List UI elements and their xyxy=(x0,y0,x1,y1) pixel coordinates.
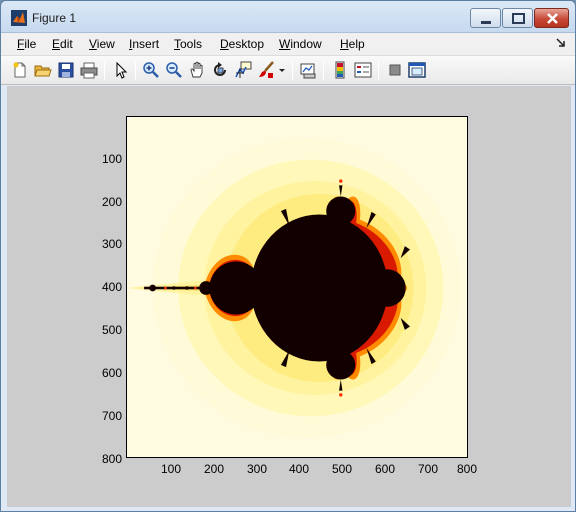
insert-legend-icon xyxy=(354,62,372,78)
edit-plot-button[interactable] xyxy=(112,61,130,79)
menu-tools-label: ools xyxy=(180,37,203,51)
print-figure-icon xyxy=(80,62,98,79)
xtick-label: 100 xyxy=(160,462,182,476)
save-figure-button[interactable] xyxy=(57,61,75,79)
figure-canvas: 100 200 300 400 500 600 700 800 100 200 … xyxy=(7,86,571,507)
xtick-label: 800 xyxy=(456,462,478,476)
ytick-label: 200 xyxy=(101,195,122,209)
zoom-out-icon xyxy=(166,62,182,78)
menu-edit-label: dit xyxy=(60,37,73,51)
ytick-label: 800 xyxy=(101,452,122,466)
insert-legend-button[interactable] xyxy=(354,61,372,79)
menu-bar: File Edit View Insert Tools Desktop Wind… xyxy=(1,33,575,55)
brush-icon xyxy=(259,61,274,78)
axes-plot-area[interactable] xyxy=(126,116,468,458)
window-title: Figure 1 xyxy=(32,11,77,25)
xtick-label: 300 xyxy=(246,462,268,476)
brush-dropdown-button[interactable] xyxy=(277,61,287,79)
xtick-label: 600 xyxy=(374,462,396,476)
close-icon xyxy=(547,13,558,24)
close-button[interactable] xyxy=(534,8,569,28)
menu-view[interactable]: View xyxy=(89,37,115,51)
toolbar-separator xyxy=(378,61,379,80)
xtick-label: 500 xyxy=(331,462,353,476)
link-plot-icon xyxy=(300,63,316,79)
ytick-label: 600 xyxy=(101,366,122,380)
ytick-label: 500 xyxy=(101,323,122,337)
zoom-in-icon xyxy=(143,62,159,78)
insert-colorbar-icon xyxy=(335,61,345,79)
new-figure-button[interactable] xyxy=(11,61,29,79)
matlab-logo-icon xyxy=(11,10,27,26)
print-figure-button[interactable] xyxy=(80,61,98,79)
ytick-label: 100 xyxy=(101,152,122,166)
maximize-icon xyxy=(512,13,525,24)
maximize-button[interactable] xyxy=(502,8,533,28)
hide-plot-tools-icon xyxy=(389,64,401,76)
menu-view-mnemonic: V xyxy=(89,37,97,51)
ytick-label: 400 xyxy=(101,280,122,294)
save-figure-icon xyxy=(58,62,74,78)
menu-insert[interactable]: Insert xyxy=(129,37,159,51)
rotate-3d-button[interactable] xyxy=(211,61,229,79)
toolbar-separator xyxy=(323,61,324,80)
menu-help-label: elp xyxy=(348,37,365,51)
link-plot-button[interactable] xyxy=(299,61,317,79)
menu-desktop-label: esktop xyxy=(228,37,265,51)
open-file-button[interactable] xyxy=(34,61,52,79)
menu-desktop[interactable]: Desktop xyxy=(220,37,264,51)
menu-tools[interactable]: Tools xyxy=(174,37,202,51)
minimize-button[interactable] xyxy=(470,8,501,28)
insert-colorbar-button[interactable] xyxy=(331,61,349,79)
figure-window: Figure 1 File Edit View Insert Tools Des… xyxy=(0,0,576,512)
edit-plot-arrow-icon xyxy=(116,61,128,79)
show-plot-tools-button[interactable] xyxy=(408,61,426,79)
ytick-label: 300 xyxy=(101,237,122,251)
xtick-label: 400 xyxy=(288,462,310,476)
xtick-label: 200 xyxy=(203,462,225,476)
pan-hand-icon xyxy=(190,61,203,78)
pan-button[interactable] xyxy=(188,61,206,79)
mandelbrot-image xyxy=(127,117,467,457)
minimize-icon xyxy=(481,21,491,24)
title-bar[interactable]: Figure 1 xyxy=(1,1,575,33)
menu-insert-label: nsert xyxy=(132,37,160,51)
data-cursor-button[interactable] xyxy=(234,61,252,79)
menu-file-label: ile xyxy=(24,37,37,51)
menu-view-label: iew xyxy=(96,37,115,51)
zoom-in-button[interactable] xyxy=(142,61,160,79)
toolbar-separator xyxy=(135,61,136,80)
menu-help[interactable]: Help xyxy=(340,37,365,51)
show-plot-tools-icon xyxy=(408,62,426,78)
open-file-icon xyxy=(34,65,52,77)
hide-plot-tools-button[interactable] xyxy=(386,61,404,79)
figure-toolbar xyxy=(1,55,575,85)
menu-window-label: indow xyxy=(290,37,322,51)
menu-file[interactable]: File xyxy=(17,37,36,51)
new-figure-icon xyxy=(13,62,26,78)
data-cursor-icon xyxy=(235,61,252,78)
menu-help-mnemonic: H xyxy=(340,37,349,51)
rotate-3d-icon xyxy=(214,62,226,76)
brush-dropdown-icon xyxy=(279,69,285,72)
menu-window-mnemonic: W xyxy=(279,37,291,51)
menu-desktop-mnemonic: D xyxy=(220,37,229,51)
dock-figure-icon[interactable] xyxy=(555,37,567,49)
menu-window[interactable]: Window xyxy=(279,37,322,51)
toolbar-separator xyxy=(292,61,293,80)
ytick-label: 700 xyxy=(101,409,122,423)
menu-edit[interactable]: Edit xyxy=(52,37,73,51)
menu-edit-mnemonic: E xyxy=(52,37,61,51)
xtick-label: 700 xyxy=(417,462,439,476)
brush-button[interactable] xyxy=(257,61,275,79)
toolbar-separator xyxy=(104,61,105,80)
zoom-out-button[interactable] xyxy=(165,61,183,79)
